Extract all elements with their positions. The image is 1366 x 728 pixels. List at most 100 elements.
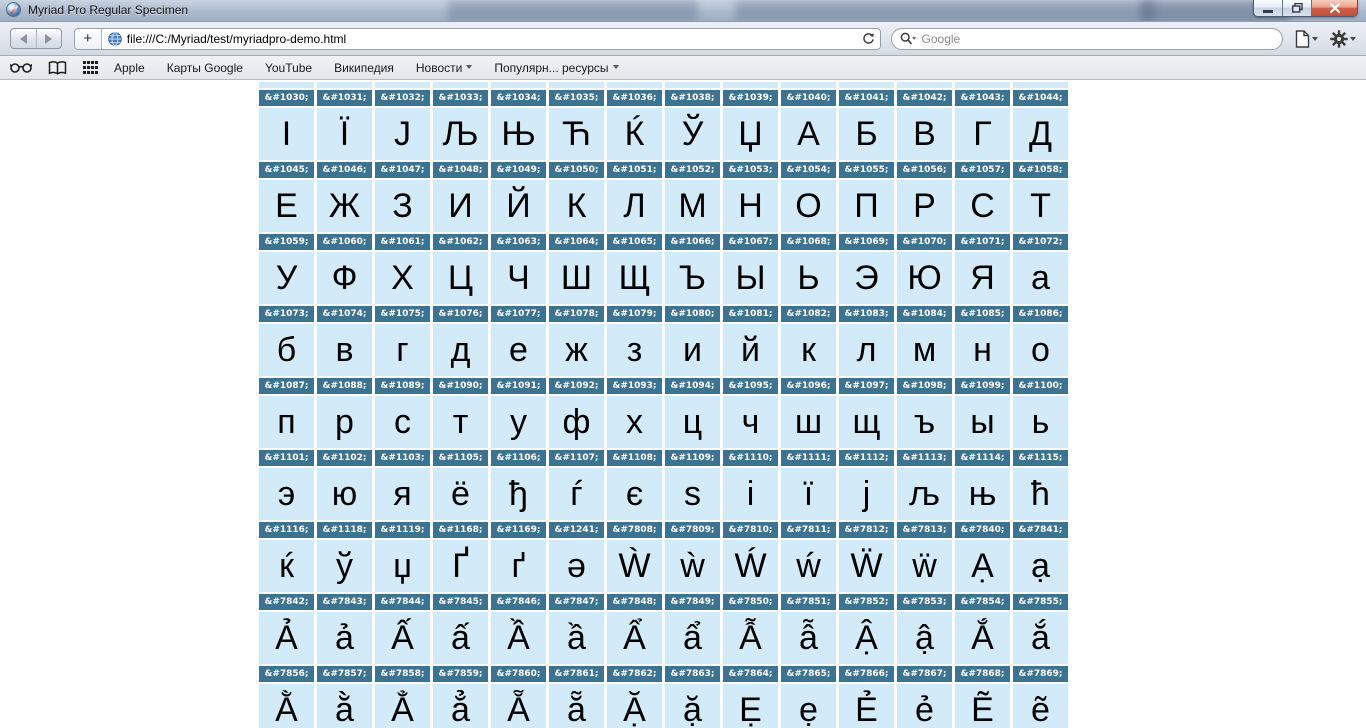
bookmark-item-label: Карты Google	[167, 61, 243, 75]
entity-code-cell: &#1110;	[723, 450, 778, 466]
bookmark-item[interactable]: Популярн... ресурсы	[494, 61, 618, 75]
glyph-cell: и	[665, 324, 720, 376]
entity-code-cell: &#1039;	[723, 90, 778, 106]
entity-code-cell: &#7864;	[723, 666, 778, 682]
minimize-button[interactable]	[1254, 0, 1283, 16]
glyph-cell: ж	[549, 324, 604, 376]
entity-code-cell: &#1090;	[433, 378, 488, 394]
entity-code-cell: &#1059;	[259, 234, 314, 250]
entity-code-cell: &#1101;	[259, 450, 314, 466]
bookmark-item[interactable]: Apple	[114, 61, 145, 75]
glyph-cell: Ẻ	[839, 684, 894, 728]
entity-code-cell: &#1093;	[607, 378, 662, 394]
top-sites-grid-icon[interactable]	[83, 61, 98, 74]
back-button[interactable]	[11, 29, 36, 48]
entity-code-cell: &#1054;	[781, 162, 836, 178]
glyph-cell: Ь	[781, 252, 836, 304]
entity-code-cell: &#1068;	[781, 234, 836, 250]
entity-code-cell: &#1045;	[259, 162, 314, 178]
specimen-table: &#1030;&#1031;&#1032;&#1033;&#1034;&#103…	[256, 80, 1071, 728]
glyph-cell: ằ	[317, 684, 372, 728]
glyph-cell: п	[259, 396, 314, 448]
glyph-cell-clipped	[781, 82, 836, 88]
entity-code-cell: &#7812;	[839, 522, 894, 538]
entity-code-cell: &#1084;	[897, 306, 952, 322]
address-bar: +	[74, 28, 881, 50]
entity-code-cell: &#1103;	[375, 450, 430, 466]
entity-code-cell: &#1082;	[781, 306, 836, 322]
entity-code-cell: &#1074;	[317, 306, 372, 322]
chevron-down-icon	[466, 65, 472, 72]
page-icon	[1295, 30, 1310, 48]
entity-code-cell: &#7854;	[955, 594, 1010, 610]
entity-code-cell: &#7851;	[781, 594, 836, 610]
glyph-cell: Ш	[549, 252, 604, 304]
entity-code-cell: &#1095;	[723, 378, 778, 394]
glyph-cell-clipped	[955, 82, 1010, 88]
entity-code-cell: &#1091;	[491, 378, 546, 394]
new-tab-button[interactable]: +	[75, 29, 102, 49]
entity-code-cell: &#7861;	[549, 666, 604, 682]
glyph-cell: М	[665, 180, 720, 232]
settings-menu-button[interactable]	[1330, 30, 1356, 48]
search-input[interactable]	[922, 32, 1274, 46]
bookmark-item[interactable]: Википедия	[334, 61, 394, 75]
glyph-cell: м	[897, 324, 952, 376]
glyph-cell: Ў	[665, 108, 720, 160]
glyph-cell: Ấ	[375, 612, 430, 664]
entity-code-cell: &#1049;	[491, 162, 546, 178]
entity-code-cell: &#7852;	[839, 594, 894, 610]
glyph-row: ẰằẲẳẴẵẶặẸẹẺẻẼẽ	[259, 684, 1068, 728]
bookmark-item[interactable]: YouTube	[265, 61, 312, 75]
forward-button[interactable]	[36, 29, 61, 48]
glyph-cell: н	[955, 324, 1010, 376]
entity-code-row: &#1087;&#1088;&#1089;&#1090;&#1091;&#109…	[259, 378, 1068, 394]
glyph-cell: В	[897, 108, 952, 160]
glyph-cell: ẻ	[897, 684, 952, 728]
page-menu-button[interactable]	[1295, 30, 1318, 48]
entity-code-row: &#1045;&#1046;&#1047;&#1048;&#1049;&#105…	[259, 162, 1068, 178]
entity-code-cell: &#1088;	[317, 378, 372, 394]
bookmark-item[interactable]: Новости	[416, 61, 472, 75]
entity-code-cell: &#1078;	[549, 306, 604, 322]
glyph-cell: ъ	[897, 396, 952, 448]
glyph-row: ќўџҐґәẀẁẂẃẄẅẠạ	[259, 540, 1068, 592]
entity-code-cell: &#7850;	[723, 594, 778, 610]
close-button[interactable]	[1312, 0, 1357, 16]
url-input[interactable]	[127, 32, 858, 46]
entity-code-cell: &#1113;	[897, 450, 952, 466]
entity-code-cell: &#1105;	[433, 450, 488, 466]
glyph-cell: ф	[549, 396, 604, 448]
browser-toolbar: +	[0, 22, 1366, 56]
bookmark-item[interactable]: Карты Google	[167, 61, 243, 75]
entity-code-cell: &#1038;	[665, 90, 720, 106]
glyph-cell: в	[317, 324, 372, 376]
entity-code-cell: &#1030;	[259, 90, 314, 106]
forward-arrow-icon	[45, 34, 52, 44]
glyph-cell: Р	[897, 180, 952, 232]
glyph-cell-clipped	[259, 82, 314, 88]
glyph-cell: ё	[433, 468, 488, 520]
glyph-cell: у	[491, 396, 546, 448]
glyph-cell: ї	[781, 468, 836, 520]
background-window-blur	[735, 0, 1155, 22]
entity-code-cell: &#7846;	[491, 594, 546, 610]
glyph-cell: Ћ	[549, 108, 604, 160]
glyph-row: эюяёђѓєѕіїјљњћ	[259, 468, 1068, 520]
restore-button[interactable]	[1283, 0, 1312, 16]
glyph-cell: ѓ	[549, 468, 604, 520]
glyph-cell: ẩ	[665, 612, 720, 664]
entity-code-cell: &#1050;	[549, 162, 604, 178]
entity-code-cell: &#7809;	[665, 522, 720, 538]
entity-code-cell: &#7842;	[259, 594, 314, 610]
reload-icon	[862, 32, 875, 45]
entity-code-cell: &#1118;	[317, 522, 372, 538]
glyph-cell: о	[1013, 324, 1068, 376]
bookmarks-items: Apple Карты Google YouTube Википедия Новости…	[114, 61, 641, 75]
entity-code-row: &#1116;&#1118;&#1119;&#1168;&#1169;&#124…	[259, 522, 1068, 538]
entity-code-cell: &#1077;	[491, 306, 546, 322]
entity-code-cell: &#1114;	[955, 450, 1010, 466]
reload-button[interactable]	[858, 32, 880, 45]
bookmarks-book-icon[interactable]	[48, 61, 67, 75]
reading-list-glasses-icon[interactable]	[10, 62, 32, 73]
